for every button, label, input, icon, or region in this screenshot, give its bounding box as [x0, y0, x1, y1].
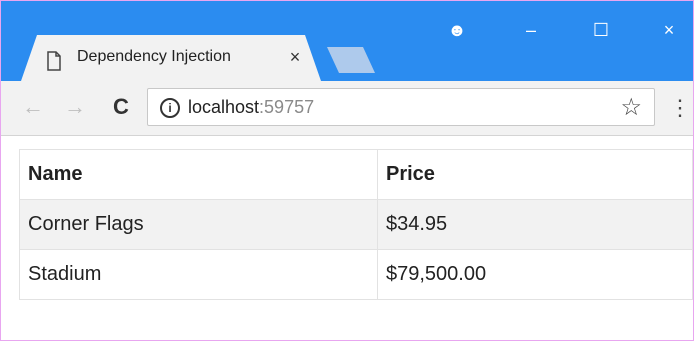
url-host: localhost — [188, 97, 260, 117]
page-content: Name Price Corner Flags $34.95 Stadium $… — [19, 149, 693, 300]
address-bar[interactable]: i localhost:59757 ☆ — [147, 88, 655, 126]
tab-close-icon[interactable]: × — [285, 45, 305, 69]
back-button[interactable]: ← — [19, 93, 47, 121]
table-row: Stadium $79,500.00 — [19, 249, 693, 300]
cell-name: Corner Flags — [19, 199, 378, 250]
url-text: localhost:59757 — [188, 97, 314, 118]
cell-price: $34.95 — [377, 199, 693, 250]
table-header-row: Name Price — [19, 149, 693, 200]
url-port: :59757 — [259, 97, 315, 117]
close-window-button[interactable]: × — [649, 15, 689, 45]
profile-icon[interactable]: ☻ — [437, 15, 477, 45]
header-name: Name — [19, 149, 378, 200]
cell-name: Stadium — [19, 249, 378, 300]
minimize-button[interactable]: – — [511, 15, 551, 45]
info-icon[interactable]: i — [160, 98, 180, 118]
tab-title: Dependency Injection — [77, 48, 231, 65]
table-row: Corner Flags $34.95 — [19, 199, 693, 250]
bookmark-star-icon[interactable]: ☆ — [620, 93, 642, 122]
products-table: Name Price Corner Flags $34.95 Stadium $… — [19, 149, 693, 300]
cell-price: $79,500.00 — [377, 249, 693, 300]
header-price: Price — [377, 149, 693, 200]
browser-window: Dependency Injection × ☻ – ☐ × ← → C i l… — [0, 0, 694, 341]
document-icon — [47, 51, 61, 71]
menu-icon[interactable]: ⋮ — [669, 94, 691, 122]
maximize-button[interactable]: ☐ — [581, 15, 621, 45]
forward-button[interactable]: → — [61, 93, 89, 121]
reload-button[interactable]: C — [107, 93, 135, 121]
